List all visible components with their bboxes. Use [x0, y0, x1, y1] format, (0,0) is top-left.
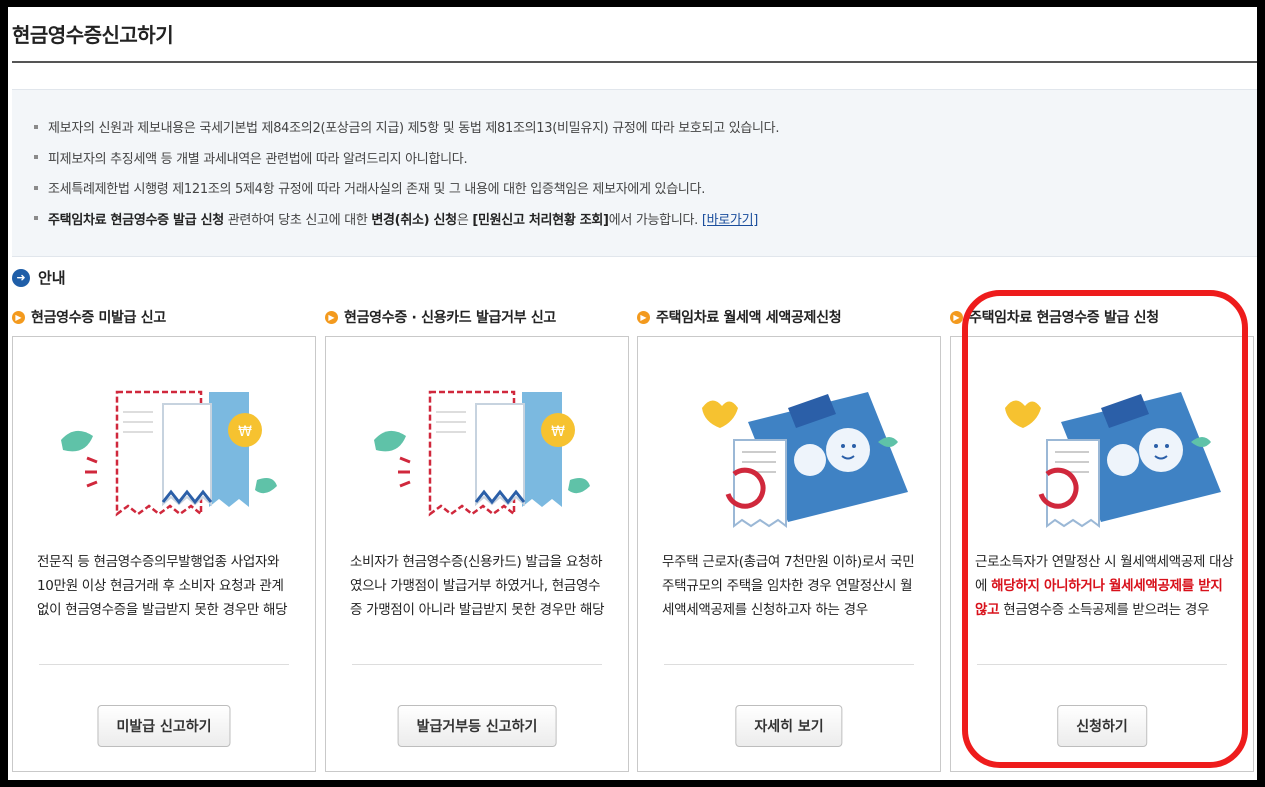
notice-text: 은 [456, 212, 473, 228]
card-refusal: ₩ 소비자가 현금영수증(신용카드) 발급을 요청하였으나 가맹점이 발급거부 … [325, 336, 629, 772]
view-details-button[interactable]: 자세히 보기 [735, 705, 843, 747]
card-title-text: 주택임차료 현금영수증 발급 신청 [969, 310, 1159, 326]
card-description: 소비자가 현금영수증(신용카드) 발급을 요청하였으나 가맹점이 발급거부 하였… [350, 554, 605, 618]
orange-arrow-icon: ▶ [950, 310, 963, 324]
notice-box: 제보자의 신원과 제보내용은 국세기본법 제84조의2(포상금의 지급) 제5항… [12, 89, 1257, 257]
card-divider [977, 664, 1227, 665]
card-divider [664, 664, 914, 665]
notice-text: 제보자의 신원과 제보내용은 국세기본법 제84조의2(포상금의 지급) 제5항… [48, 121, 780, 136]
bullet-icon [34, 124, 38, 129]
notice-text: 조세특례제한법 시행령 제121조의 5제4항 규정에 따라 거래사실의 존재 … [48, 182, 706, 197]
card-title-unissued: ▶ 현금영수증 미발급 신고 [12, 307, 166, 327]
card-monthly-rent-deduction: 무주택 근로자(총급여 7천만원 이하)로서 국민주택규모의 주택을 임차한 경… [637, 336, 941, 772]
notice-text: 관련하여 당초 신고에 대한 [223, 212, 372, 228]
section-header: ➜ 안내 [12, 267, 66, 288]
card-divider [39, 664, 289, 665]
card-description-text: 현금영수증 소득공제를 받으려는 경우 [999, 602, 1210, 618]
card-title-text: 현금영수증 · 신용카드 발급거부 신고 [344, 310, 557, 326]
notice-bold: 변경(취소) 신청 [371, 212, 457, 228]
shortcut-link[interactable]: [바로가기] [702, 213, 758, 228]
card-title-text: 현금영수증 미발급 신고 [31, 310, 166, 326]
bullet-icon [34, 185, 38, 190]
card-unissued: ₩ 전문직 등 현금영수증의무발행업종 사업자와 10만원 이상 현금거래 후 … [12, 336, 316, 772]
notice-item: 제보자의 신원과 제보내용은 국세기본법 제84조의2(포상금의 지급) 제5항… [34, 114, 1257, 145]
title-divider [12, 61, 1257, 63]
bullet-icon [34, 155, 38, 159]
card-rent-receipt-request: 근로소득자가 연말정산 시 월세액세액공제 대상에 해당하지 아니하거나 월세세… [950, 336, 1254, 772]
report-refusal-button[interactable]: 발급거부등 신고하기 [397, 705, 557, 747]
card-title-monthly-rent-deduction: ▶ 주택임차료 월세액 세액공제신청 [637, 307, 842, 327]
notice-text: 피제보자의 추징세액 등 개별 과세내역은 관련법에 따라 알려드리지 아니합니… [48, 151, 468, 167]
notice-item: 조세특례제한법 시행령 제121조의 5제4항 규정에 따라 거래사실의 존재 … [34, 175, 1257, 206]
svg-text:₩: ₩ [551, 424, 565, 440]
orange-arrow-icon: ▶ [12, 310, 25, 324]
notice-item: 주택임차료 현금영수증 발급 신청 관련하여 당초 신고에 대한 변경(취소) … [34, 206, 1257, 237]
bullet-icon [34, 216, 38, 220]
notice-text: 에서 가능합니다. [608, 212, 702, 228]
notice-item: 피제보자의 추징세액 등 개별 과세내역은 관련법에 따라 알려드리지 아니합니… [34, 145, 1257, 176]
content-frame: 현금영수증신고하기 제보자의 신원과 제보내용은 국세기본법 제84조의2(포상… [8, 7, 1257, 780]
card-divider [352, 664, 602, 665]
card-title-rent-receipt-request: ▶ 주택임차료 현금영수증 발급 신청 [950, 307, 1159, 327]
receipt-coin-illustration-icon: ₩ [61, 390, 277, 517]
card-description: 근로소득자가 연말정산 시 월세액세액공제 대상에 해당하지 아니하거나 월세세… [975, 550, 1237, 622]
notice-bold: 주택임차료 현금영수증 발급 신청 [48, 212, 224, 228]
card-description: 무주택 근로자(총급여 7천만원 이하)로서 국민주택규모의 주택을 임차한 경… [662, 554, 915, 618]
orange-arrow-icon: ▶ [325, 310, 338, 324]
orange-arrow-icon: ▶ [637, 310, 650, 324]
card-title-refusal: ▶ 현금영수증 · 신용카드 발급거부 신고 [325, 307, 556, 327]
card-description: 전문직 등 현금영수증의무발행업종 사업자와 10만원 이상 현금거래 후 소비… [37, 554, 288, 618]
apply-button[interactable]: 신청하기 [1057, 705, 1147, 747]
svg-text:₩: ₩ [238, 424, 252, 440]
section-title: 안내 [38, 269, 66, 287]
circle-arrow-icon: ➜ [12, 268, 30, 287]
receipt-coin-illustration-icon: ₩ [374, 390, 590, 517]
house-receipt-illustration-icon [702, 392, 908, 528]
report-unissued-button[interactable]: 미발급 신고하기 [97, 705, 231, 747]
house-receipt-illustration-icon [1005, 392, 1221, 528]
card-title-text: 주택임차료 월세액 세액공제신청 [656, 310, 842, 326]
page-title: 현금영수증신고하기 [12, 23, 174, 47]
notice-bold: [민원신고 처리현황 조회] [472, 212, 609, 228]
